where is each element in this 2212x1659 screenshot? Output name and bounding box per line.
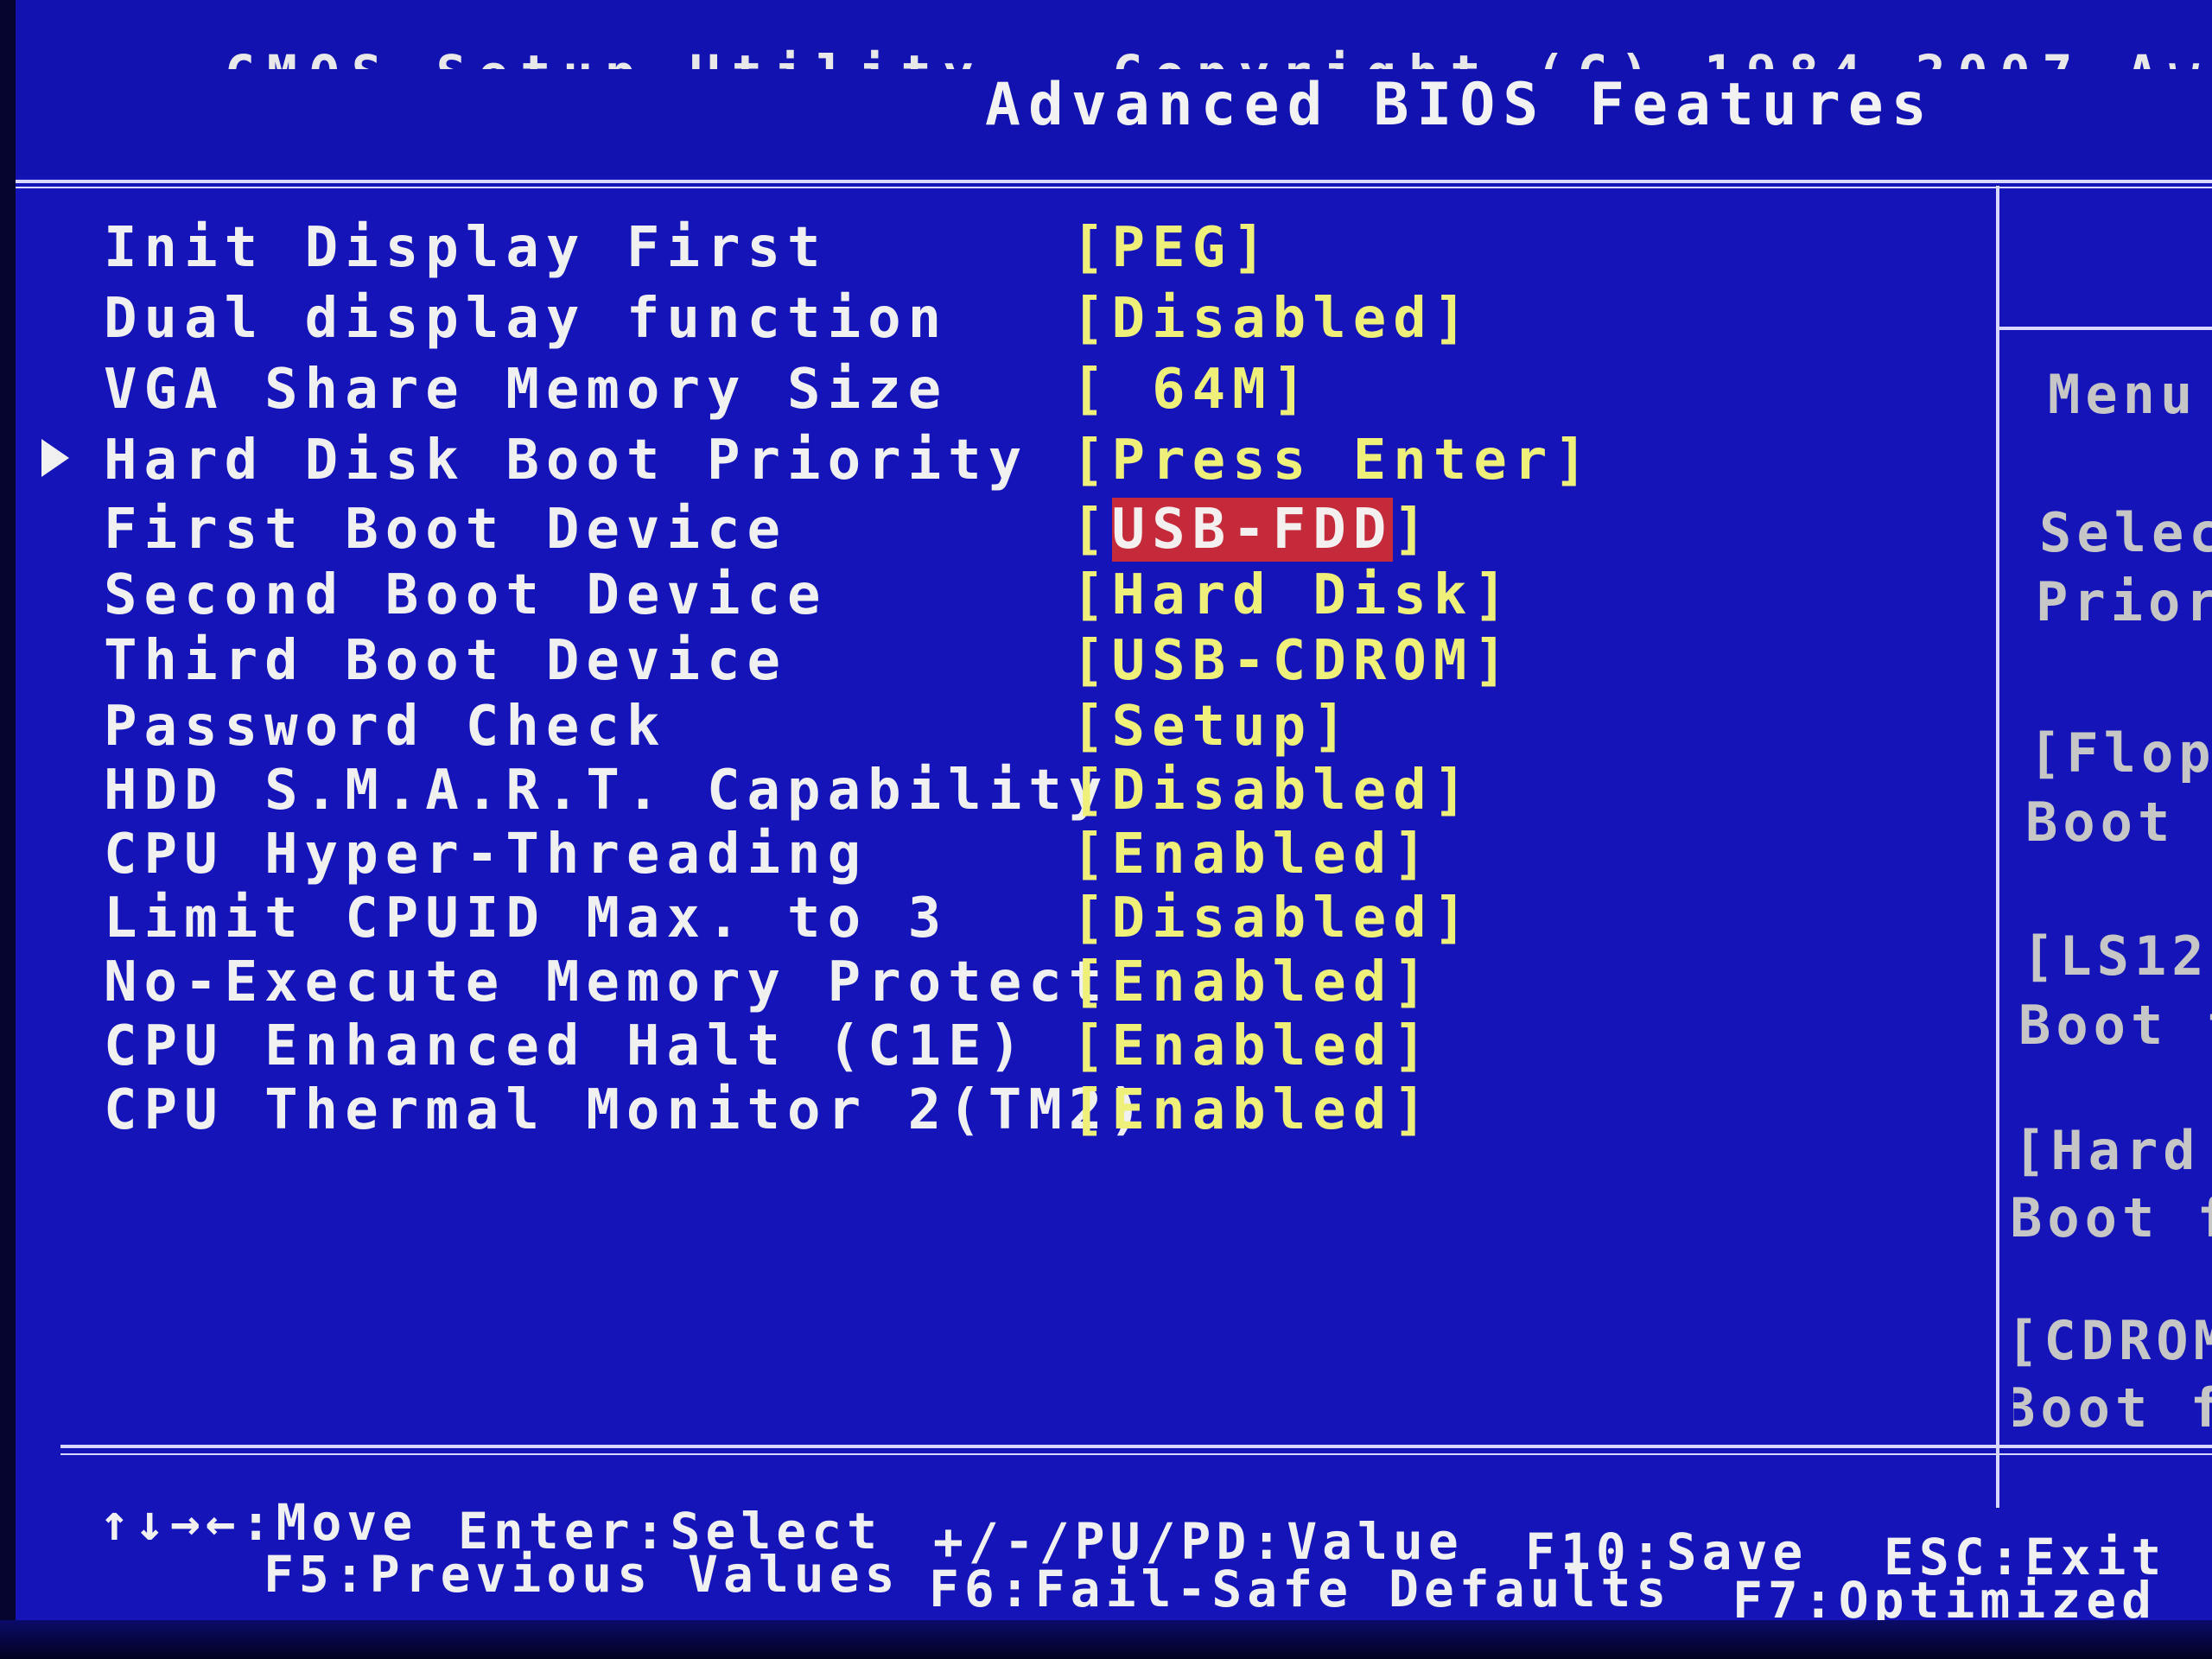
setting-value[interactable]: [ 64M] [1071,358,1313,422]
help-line: [Flop [2029,721,2212,785]
header-divider-lower [0,187,2212,188]
help-line: [Hard [2013,1119,2201,1182]
setting-value[interactable]: [USB-CDROM] [1071,629,1514,693]
settings-list: Init Display First [PEG] Dual display fu… [35,216,1979,1443]
monitor-bezel-bottom [0,1620,2212,1659]
setting-label: Password Check [104,695,667,759]
setting-label: CPU Hyper-Threading [104,823,868,887]
key-legend: ↑↓→←:Move Enter:Select +/-/PU/PD:Value F… [0,1452,2212,1630]
help-line: Selec [2039,501,2212,564]
setting-value[interactable]: [PEG] [1071,216,1273,280]
page-title: Advanced BIOS Features [985,71,1935,139]
setting-label: Limit CPUID Max. to 3 [104,887,949,950]
value-bracket-close: ] [1393,498,1433,562]
key-previous-values-hint: F5:Previous Values [264,1545,900,1604]
setting-label: HDD S.M.A.R.T. Capability [104,759,1109,823]
setting-label: Hard Disk Boot Priority [104,429,1029,493]
help-panel-divider [1996,186,1999,1508]
help-line: [LS12 [2022,925,2209,988]
setting-label: Dual display function [104,287,949,351]
help-line: Prior [2036,570,2212,633]
setting-label: Init Display First [104,216,828,280]
setting-value[interactable]: [Disabled] [1071,759,1473,823]
footer-divider [60,1445,2212,1448]
setting-label: CPU Thermal Monitor 2(TM2) [104,1078,1149,1142]
help-line: [CDROM [2013,1309,2212,1372]
value-bracket-open: [ [1071,498,1112,562]
setting-value[interactable]: [Disabled] [1071,887,1473,950]
submenu-arrow-icon [41,439,69,477]
header-copyright: CMOS Setup Utility - Copyright (C) 1984-… [225,17,2212,69]
setting-label: Third Boot Device [104,629,788,693]
help-line: Boot f [2018,994,2212,1057]
setting-label: No-Execute Memory Protect [104,950,1109,1014]
monitor-bezel-left [0,0,16,1659]
setting-value[interactable]: [Enabled] [1071,1014,1433,1078]
setting-value[interactable]: [Press Enter] [1071,429,1594,493]
selected-value-highlight[interactable]: USB-FDD [1111,498,1394,562]
setting-label: VGA Share Memory Size [104,358,949,422]
setting-label: Second Boot Device [104,563,828,627]
setting-value[interactable]: [Disabled] [1071,287,1473,351]
key-failsafe-defaults-hint: F6:Fail-Safe Defaults [929,1560,1672,1618]
setting-label: First Boot Device [104,498,788,562]
setting-label: CPU Enhanced Halt (C1E) [104,1014,1029,1078]
item-help-panel: Menu Selec Prior [Flop Boot [LS12 Boot f… [2013,186,2212,1499]
setting-value[interactable]: [Enabled] [1071,1078,1433,1142]
help-line: Boot fr [2013,1376,2212,1440]
setting-value[interactable]: [Enabled] [1071,950,1433,1014]
bios-screen: CMOS Setup Utility - Copyright (C) 1984-… [0,0,2212,1659]
help-line: Boot [2025,791,2176,854]
setting-value[interactable]: [Enabled] [1071,823,1433,887]
setting-value[interactable]: [Hard Disk] [1071,563,1514,627]
help-title: Menu [2048,363,2198,426]
header-divider [0,180,2212,183]
help-line: Boot f [2013,1186,2212,1249]
setting-value[interactable]: [Setup] [1071,695,1353,759]
key-move-hint: ↑↓→←:Move [99,1493,418,1552]
header: CMOS Setup Utility - Copyright (C) 1984-… [0,0,2212,177]
setting-value[interactable]: [USB-FDD] [1071,498,1433,562]
